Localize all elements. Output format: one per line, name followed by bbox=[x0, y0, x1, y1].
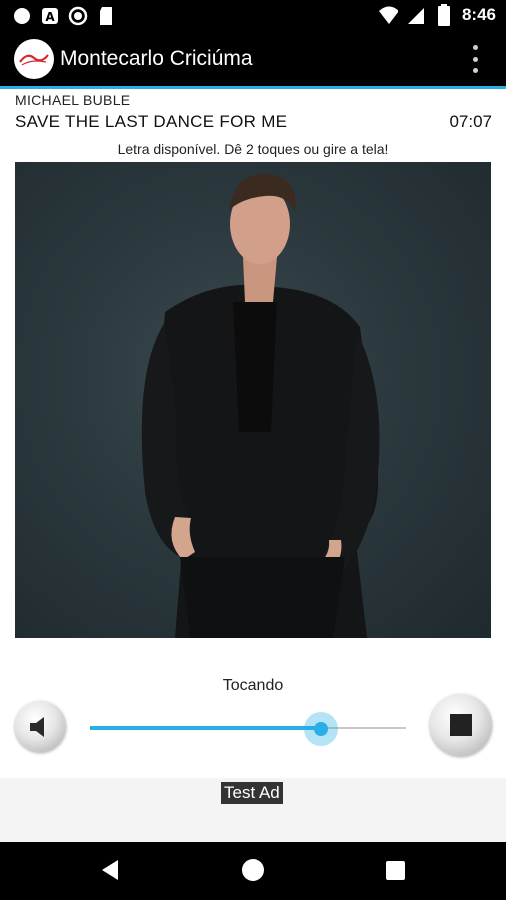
app-bar: Montecarlo Criciúma bbox=[0, 32, 506, 86]
status-left-icons: A bbox=[12, 6, 116, 26]
slider-fill bbox=[90, 726, 321, 730]
artist-photo bbox=[141, 173, 380, 638]
stop-button[interactable] bbox=[430, 694, 492, 756]
montecarlo-logo bbox=[14, 39, 54, 79]
signal-icon bbox=[406, 5, 426, 25]
back-icon[interactable] bbox=[100, 859, 120, 881]
recents-icon[interactable] bbox=[386, 861, 405, 880]
accent-divider bbox=[0, 86, 506, 89]
circle-notification-icon bbox=[12, 6, 32, 26]
lyrics-hint: Letra disponível. Dê 2 toques ou gire a … bbox=[117, 141, 389, 157]
app-title: Montecarlo Criciúma bbox=[60, 47, 253, 70]
playback-status: Tocando bbox=[222, 677, 284, 694]
android-a-icon: A bbox=[40, 6, 60, 26]
artist-name: MICHAEL BUBLE bbox=[15, 92, 131, 108]
overflow-menu-icon[interactable] bbox=[470, 45, 480, 73]
wifi-icon bbox=[378, 5, 398, 25]
navigation-bar bbox=[0, 842, 506, 900]
stop-icon bbox=[450, 714, 472, 736]
song-title: SAVE THE LAST DANCE FOR ME bbox=[15, 112, 288, 131]
status-right-icons: 8:46 bbox=[378, 4, 496, 26]
status-bar: A 8:46 bbox=[0, 0, 506, 32]
test-ad-label[interactable]: Test Ad bbox=[221, 782, 283, 804]
svg-text:A: A bbox=[45, 10, 55, 24]
volume-button[interactable] bbox=[15, 701, 66, 752]
home-icon[interactable] bbox=[242, 859, 264, 881]
battery-icon bbox=[434, 4, 454, 26]
song-time: 07:07 bbox=[449, 112, 492, 131]
volume-slider[interactable] bbox=[90, 712, 406, 746]
album-art[interactable] bbox=[15, 162, 491, 638]
speaker-icon bbox=[29, 716, 44, 737]
slider-thumb[interactable] bbox=[313, 722, 328, 736]
record-icon bbox=[68, 6, 88, 26]
status-clock: 8:46 bbox=[461, 5, 496, 24]
sd-card-icon bbox=[96, 6, 116, 26]
